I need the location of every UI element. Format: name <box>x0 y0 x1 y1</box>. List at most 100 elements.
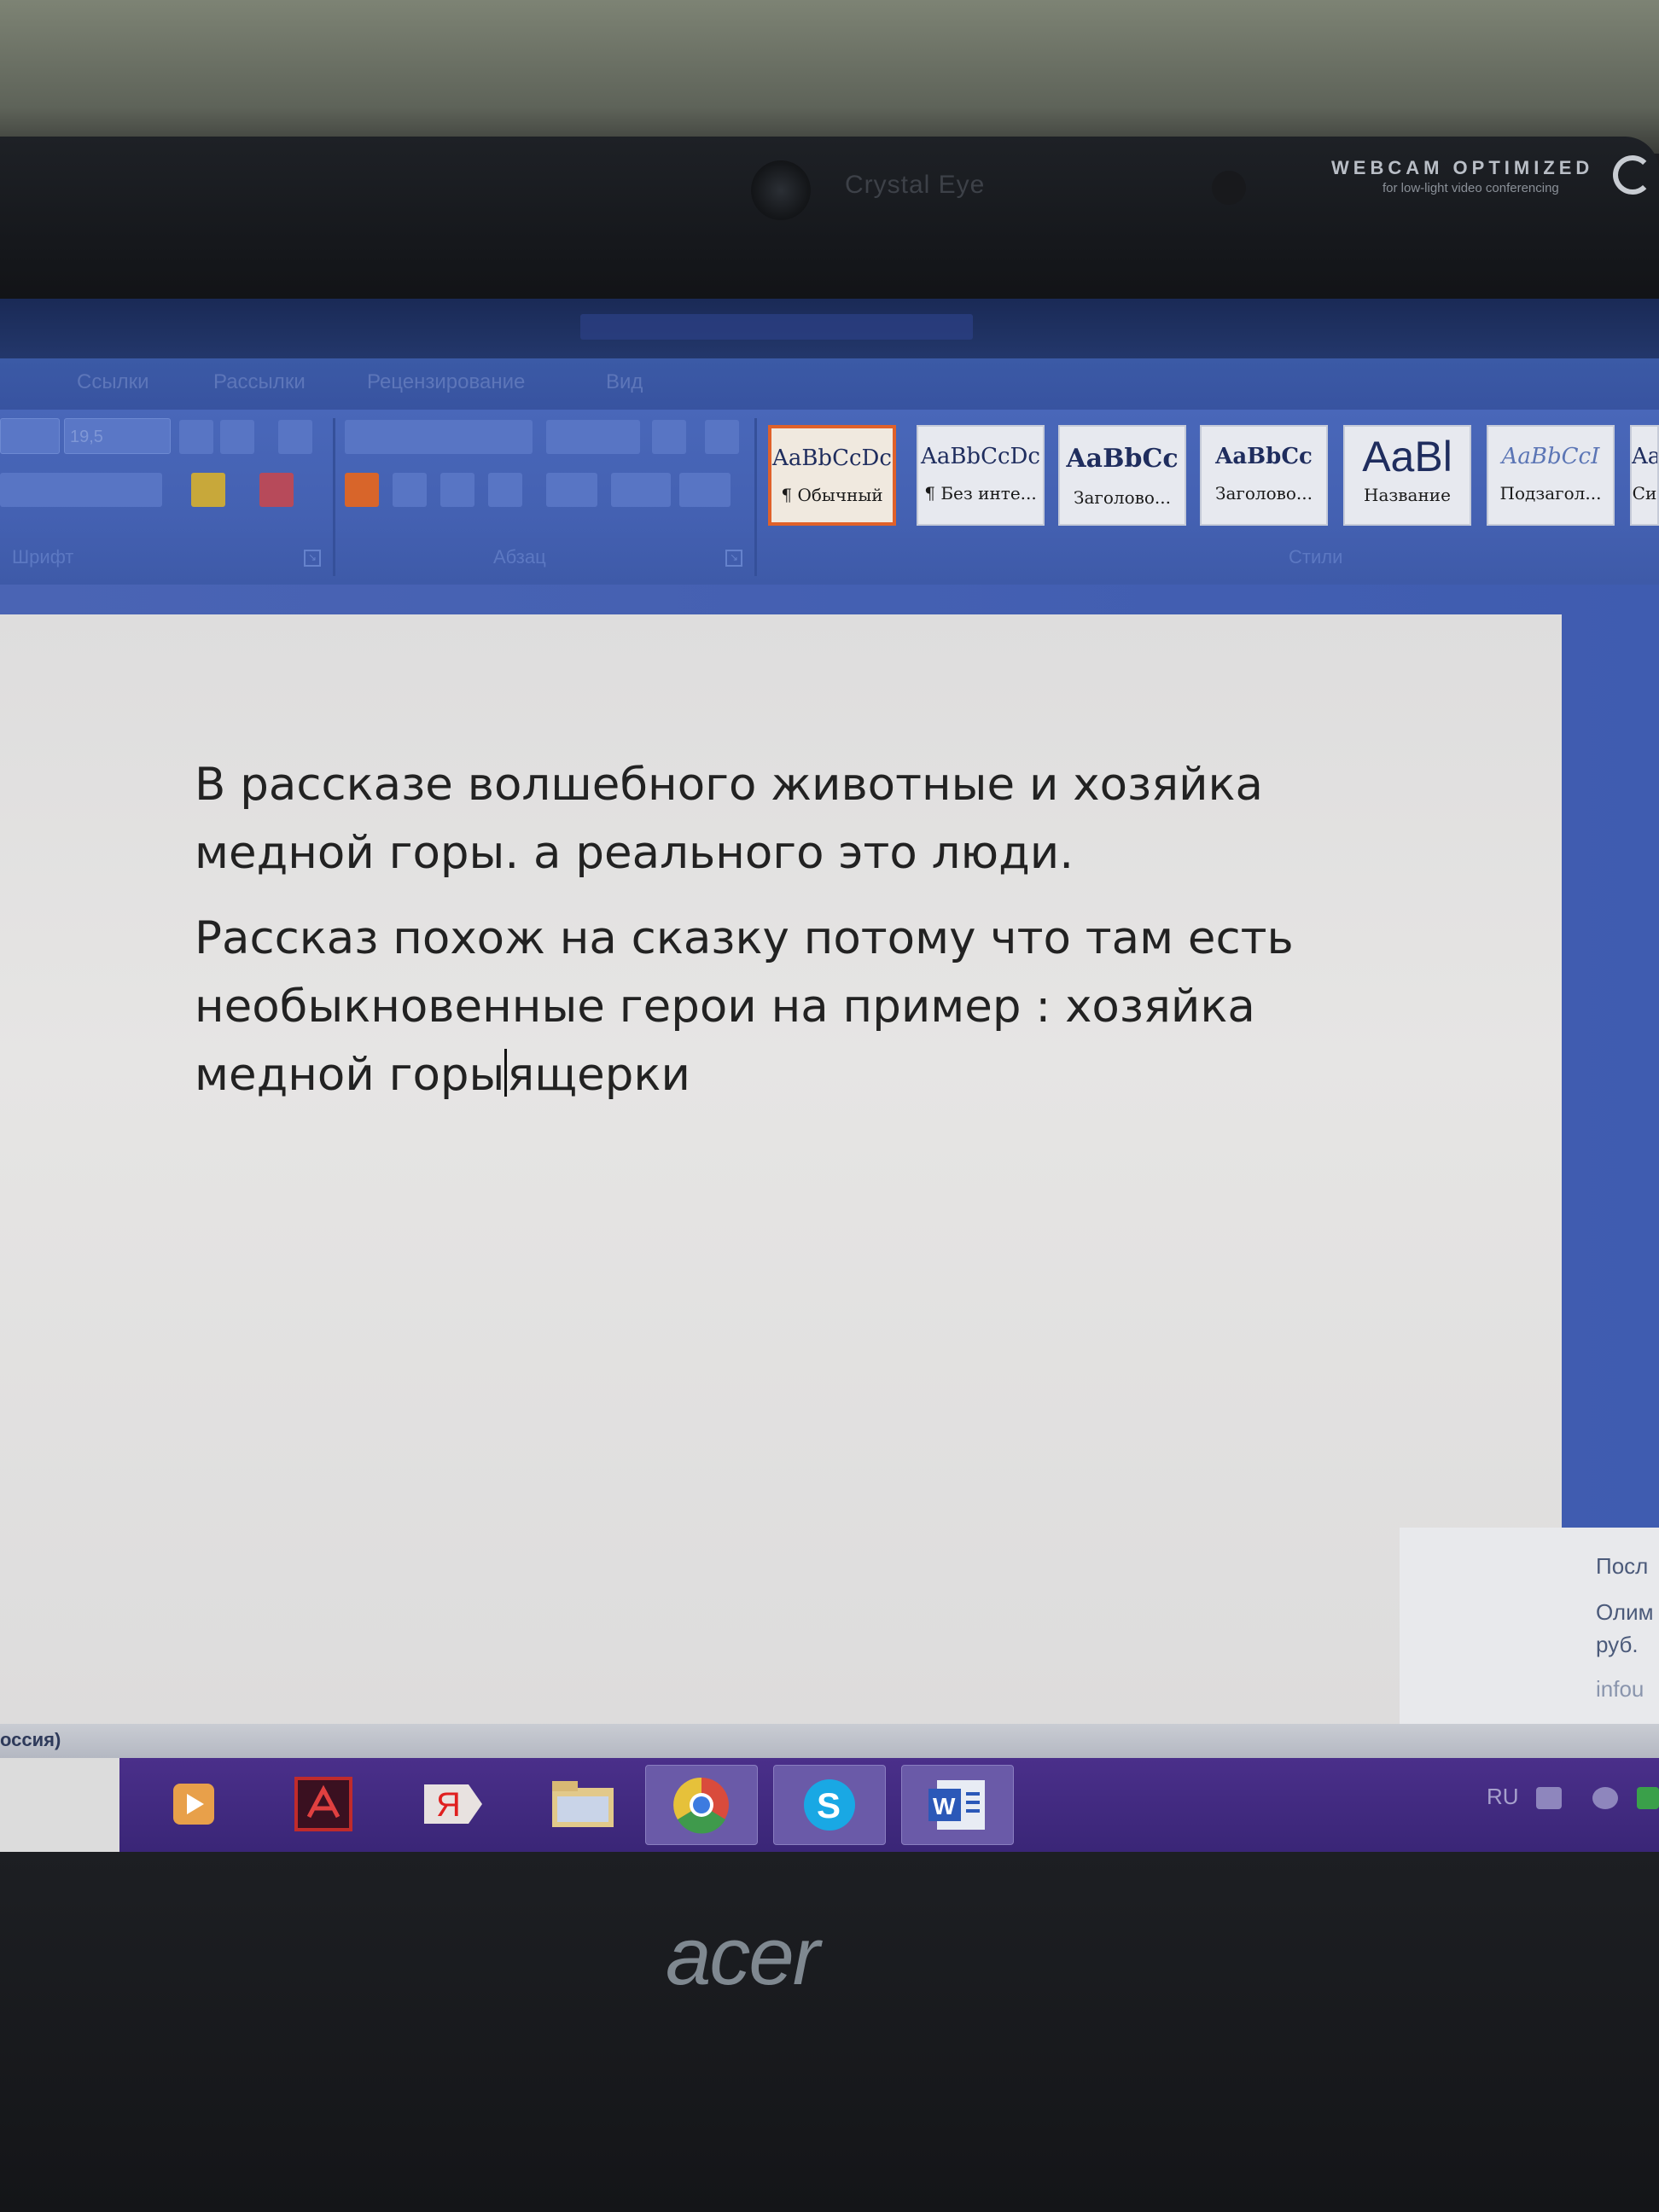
laptop-brand-logo: acer <box>666 1911 820 2002</box>
font-dialog-launcher[interactable]: ↘ <box>304 550 321 567</box>
paragraph-2-line-2: необыкновенные герои на пример : хозяйка <box>195 981 1255 1033</box>
paragraph-1[interactable]: В рассказе волшебного животные и хозяйка… <box>195 751 1475 888</box>
paragraph-2-line-3-end: ящерки <box>507 1049 690 1101</box>
tab-review[interactable]: Рецензирование <box>367 370 525 394</box>
webcam-badge-subtitle: for low-light video conferencing <box>1382 181 1559 195</box>
style-subtitle[interactable]: AaBbCcI Подзагол... <box>1487 425 1615 526</box>
chrome-icon <box>673 1777 729 1834</box>
tab-mailings[interactable]: Рассылки <box>213 370 306 394</box>
list-buttons[interactable] <box>345 420 533 454</box>
adobe-reader-icon <box>294 1777 352 1831</box>
group-divider <box>333 418 335 576</box>
taskbar-adobe-reader[interactable] <box>268 1765 379 1843</box>
taskbar-skype[interactable]: S <box>773 1765 886 1845</box>
justify-button[interactable] <box>488 473 522 507</box>
style-sample: AaBbCcDc <box>772 445 892 471</box>
tab-view[interactable]: Вид <box>606 370 643 394</box>
style-sample: AaBbCcI <box>1501 444 1600 469</box>
highlight-color-button[interactable] <box>191 473 225 507</box>
style-sample: AaBbCc <box>1066 444 1179 474</box>
paragraph-1-line-2: медной горы. а реального это люди. <box>195 827 1074 879</box>
show-marks-button[interactable] <box>705 420 739 454</box>
shrink-font-button[interactable] <box>220 420 254 454</box>
style-sample: Aa <box>1632 444 1657 469</box>
notification-line-2: Олим <box>1596 1599 1654 1625</box>
paragraph-1-line-1: В рассказе волшебного животные и хозяйка <box>195 759 1264 811</box>
document-page[interactable]: В рассказе волшебного животные и хозяйка… <box>0 614 1562 1724</box>
style-name: ¶ Без инте... <box>924 483 1037 504</box>
word-title-bar <box>0 299 1659 358</box>
style-heading-1[interactable]: AaBbCc Заголово... <box>1058 425 1186 526</box>
shading-button[interactable] <box>611 473 671 507</box>
paragraph-2-line-1: Рассказ похож на сказку потому что там е… <box>195 912 1294 964</box>
word-icon: W <box>928 1780 985 1830</box>
paragraph-dialog-launcher[interactable]: ↘ <box>725 550 742 567</box>
download-icon[interactable] <box>1637 1787 1659 1809</box>
style-normal[interactable]: AaBbCcDc ¶ Обычный <box>768 425 896 526</box>
taskbar-yandex-browser[interactable]: Я <box>398 1765 509 1843</box>
ribbon-tabs: Ссылки Рассылки Рецензирование Вид <box>0 358 1659 410</box>
style-name: Название <box>1364 485 1451 505</box>
paragraph-2[interactable]: Рассказ похож на сказку потому что там е… <box>195 905 1475 1109</box>
media-player-icon <box>173 1784 214 1825</box>
align-center-button[interactable] <box>393 473 427 507</box>
laptop-bezel-bottom <box>0 1852 1659 2212</box>
font-size-select[interactable]: 19,5 <box>64 418 171 454</box>
notification-line-3: руб. <box>1596 1632 1639 1657</box>
keyboard-icon[interactable] <box>1536 1787 1562 1809</box>
style-name: Подзагол... <box>1499 483 1602 504</box>
bold-italic-underline-buttons[interactable] <box>0 473 162 507</box>
paragraph-group-label: Абзац <box>493 546 546 568</box>
style-name: Заголово... <box>1073 487 1172 508</box>
borders-button[interactable] <box>679 473 731 507</box>
status-language[interactable]: оссия) <box>0 1729 61 1751</box>
webcam-lens <box>751 160 811 220</box>
start-area[interactable] <box>0 1758 119 1852</box>
yandex-icon: Я <box>424 1784 482 1824</box>
svg-text:W: W <box>933 1793 956 1819</box>
notification-line-1: Посл <box>1596 1553 1649 1579</box>
style-sample: AaBbCc <box>1215 444 1313 469</box>
folder-icon <box>552 1781 614 1827</box>
clear-format-button[interactable] <box>278 420 312 454</box>
style-emphasis[interactable]: Aa Си <box>1630 425 1659 526</box>
font-color-button[interactable] <box>259 473 294 507</box>
laptop-screen: Ссылки Рассылки Рецензирование Вид 19,5 … <box>0 299 1659 1852</box>
style-sample: AaBbCcDc <box>921 444 1040 469</box>
paragraph-2-line-3-start: медной горы <box>195 1049 505 1101</box>
tray-language[interactable]: RU <box>1487 1784 1519 1810</box>
style-name: Си <box>1632 483 1657 504</box>
status-bar: оссия) <box>0 1724 1659 1758</box>
styles-group-label: Стили <box>1289 546 1343 568</box>
style-title[interactable]: AaBl Название <box>1343 425 1471 526</box>
tab-references[interactable]: Ссылки <box>77 370 149 394</box>
skype-icon: S <box>804 1779 855 1831</box>
sort-button[interactable] <box>652 420 686 454</box>
style-sample: AaBl <box>1362 433 1452 480</box>
notification-popup[interactable]: Посл Олим руб. infou <box>1400 1528 1659 1724</box>
align-left-button[interactable] <box>345 473 379 507</box>
webcam-indicator <box>1212 171 1246 205</box>
grow-font-button[interactable] <box>179 420 213 454</box>
style-no-spacing[interactable]: AaBbCcDc ¶ Без инте... <box>917 425 1045 526</box>
svg-text:S: S <box>817 1785 841 1825</box>
align-right-button[interactable] <box>440 473 474 507</box>
taskbar-file-explorer[interactable] <box>527 1765 638 1843</box>
room-wall <box>0 0 1659 154</box>
style-name: ¶ Обычный <box>781 485 883 505</box>
line-spacing-button[interactable] <box>546 473 597 507</box>
style-name: Заголово... <box>1214 483 1313 504</box>
window-title <box>580 314 973 340</box>
notification-line-4: infou <box>1596 1676 1644 1702</box>
taskbar-chrome[interactable] <box>645 1765 758 1845</box>
taskbar-media-player[interactable] <box>138 1765 249 1843</box>
style-heading-2[interactable]: AaBbCc Заголово... <box>1200 425 1328 526</box>
webcam-badge-title: WEBCAM OPTIMIZED <box>1331 157 1594 178</box>
webcam-label: Crystal Eye <box>845 171 986 199</box>
font-name-select[interactable] <box>0 418 60 454</box>
tray-app-icon[interactable] <box>1592 1787 1618 1809</box>
taskbar-word[interactable]: W <box>901 1765 1014 1845</box>
indent-buttons[interactable] <box>546 420 640 454</box>
webcam-logo-icon <box>1613 155 1652 195</box>
svg-text:Я: Я <box>436 1786 461 1824</box>
